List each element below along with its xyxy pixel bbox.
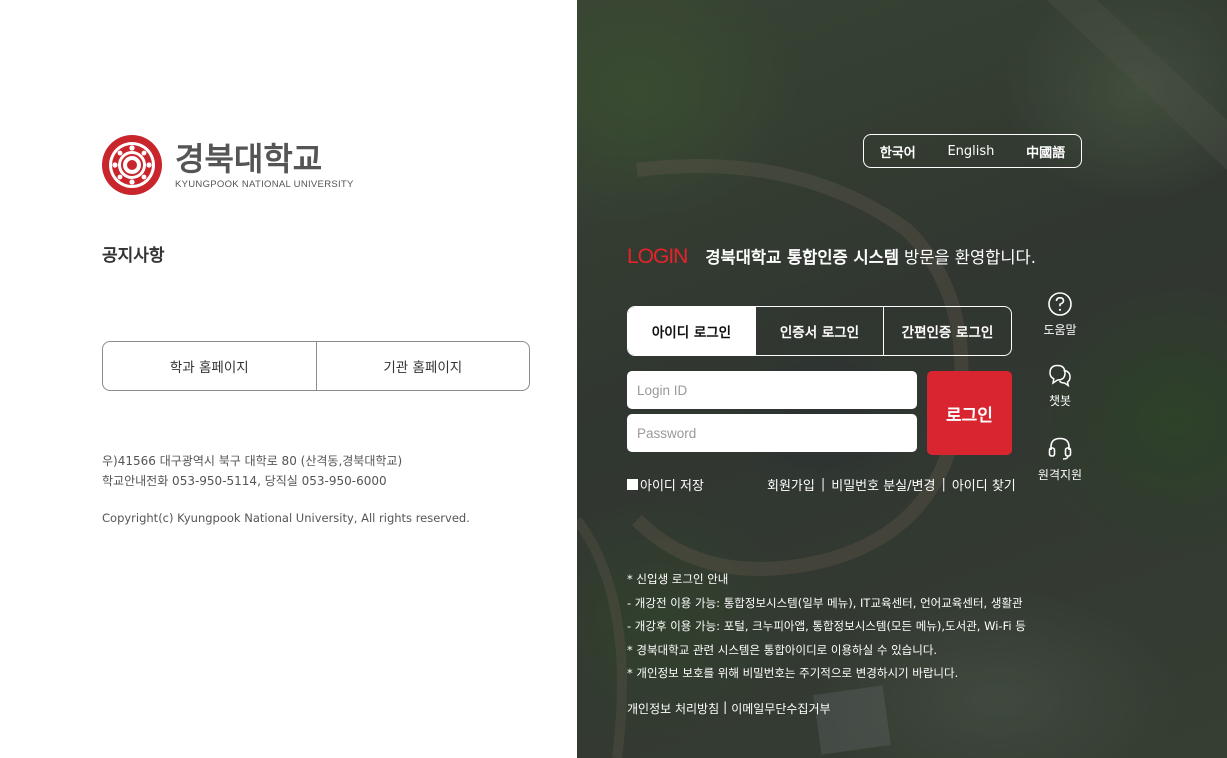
divider: | — [941, 477, 946, 492]
login-method-tabs: 아이디 로그인 인증서 로그인 간편인증 로그인 — [627, 306, 1012, 356]
dept-homepage-button[interactable]: 학과 홈페이지 — [103, 342, 316, 390]
notice-title[interactable]: 공지사항 — [102, 241, 165, 266]
question-circle-icon — [1048, 292, 1072, 316]
divider: | — [820, 477, 826, 492]
language-selector: 한국어 English 中國語 — [863, 134, 1082, 168]
footer-links: 개인정보 처리방침 | 이메일무단수집거부 — [627, 700, 831, 717]
chatbot-label: 챗봇 — [1048, 394, 1072, 408]
find-password-link[interactable]: 비밀번호 분실/변경 — [831, 475, 935, 494]
tab-simple-auth-login[interactable]: 간편인증 로그인 — [883, 307, 1011, 355]
lang-korean[interactable]: 한국어 — [880, 142, 916, 161]
save-id-checkbox[interactable]: 아이디 저장 — [627, 475, 704, 494]
address-block: 우)41566 대구광역시 북구 대학로 80 (산격동,경북대학교) 학교안내… — [102, 451, 402, 491]
tab-certificate-login[interactable]: 인증서 로그인 — [755, 307, 883, 355]
info-line: * 경북대학교 관련 시스템은 통합아이디로 이용하실 수 있습니다. — [627, 642, 938, 657]
right-panel: 한국어 English 中國語 LOGIN 경북대학교 통합인증 시스템 방문을… — [577, 0, 1227, 758]
logo-english-name: KYUNGPOOK NATIONAL UNIVERSITY — [175, 178, 354, 190]
left-panel: 경북대학교 KYUNGPOOK NATIONAL UNIVERSITY 공지사항… — [0, 0, 577, 758]
tab-id-login[interactable]: 아이디 로그인 — [628, 307, 755, 355]
email-refusal-link[interactable]: 이메일무단수집거부 — [731, 700, 830, 717]
chatbot-button[interactable]: 챗봇 — [1030, 362, 1090, 409]
info-line: * 개인정보 보호를 위해 비밀번호는 주기적으로 변경하시기 바랍니다. — [627, 666, 959, 680]
homepage-link-group: 학과 홈페이지 기관 홈페이지 — [102, 341, 530, 391]
university-seal-icon — [102, 135, 162, 195]
save-id-label: 아이디 저장 — [640, 479, 704, 494]
freshman-login-info: * 신입생 로그인 안내 - 개강전 이용 가능: 통합정보시스템(일부 메뉴)… — [627, 568, 1026, 686]
copyright-text: Copyright(c) Kyungpook National Universi… — [102, 511, 470, 525]
logo-korean-name: 경북대학교 — [175, 139, 323, 178]
find-id-link[interactable]: 아이디 찾기 — [952, 475, 1016, 494]
account-links: 회원가입 | 비밀번호 분실/변경 | 아이디 찾기 — [767, 475, 1016, 494]
signup-link[interactable]: 회원가입 — [767, 475, 815, 494]
welcome-message: 방문을 환영합니다. — [904, 248, 1036, 267]
login-id-input[interactable] — [627, 371, 917, 409]
checkbox-icon — [627, 479, 638, 490]
login-word: LOGIN — [627, 245, 688, 268]
headset-icon — [1048, 437, 1072, 460]
welcome-system-name: 경북대학교 통합인증 시스템 — [705, 248, 900, 267]
password-input[interactable] — [627, 414, 917, 452]
welcome-heading: LOGIN 경북대학교 통합인증 시스템 방문을 환영합니다. — [627, 244, 1036, 269]
lang-chinese[interactable]: 中國語 — [1026, 142, 1065, 161]
phone-line: 학교안내전화 053-950-5114, 당직실 053-950-6000 — [102, 474, 387, 488]
remote-support-button[interactable]: 원격지원 — [1030, 434, 1090, 483]
lang-english[interactable]: English — [947, 144, 994, 159]
help-label: 도움말 — [1043, 323, 1077, 337]
info-line: - 개강전 이용 가능: 통합정보시스템(일부 메뉴), IT교육센터, 언어교… — [627, 595, 1023, 610]
info-line: - 개강후 이용 가능: 포털, 크누피아앱, 통합정보시스템(모든 메뉴),도… — [627, 619, 1026, 633]
address-line: 우)41566 대구광역시 북구 대학로 80 (산격동,경북대학교) — [102, 454, 403, 468]
remote-support-label: 원격지원 — [1037, 468, 1083, 482]
chat-bubbles-icon — [1049, 364, 1071, 388]
help-button[interactable]: 도움말 — [1030, 291, 1090, 338]
university-logo[interactable]: 경북대학교 KYUNGPOOK NATIONAL UNIVERSITY — [101, 134, 354, 196]
info-line: * 신입생 로그인 안내 — [627, 572, 729, 586]
org-homepage-button[interactable]: 기관 홈페이지 — [315, 342, 530, 390]
login-button[interactable]: 로그인 — [927, 371, 1012, 455]
privacy-policy-link[interactable]: 개인정보 처리방침 — [627, 700, 719, 717]
divider: | — [723, 700, 728, 714]
